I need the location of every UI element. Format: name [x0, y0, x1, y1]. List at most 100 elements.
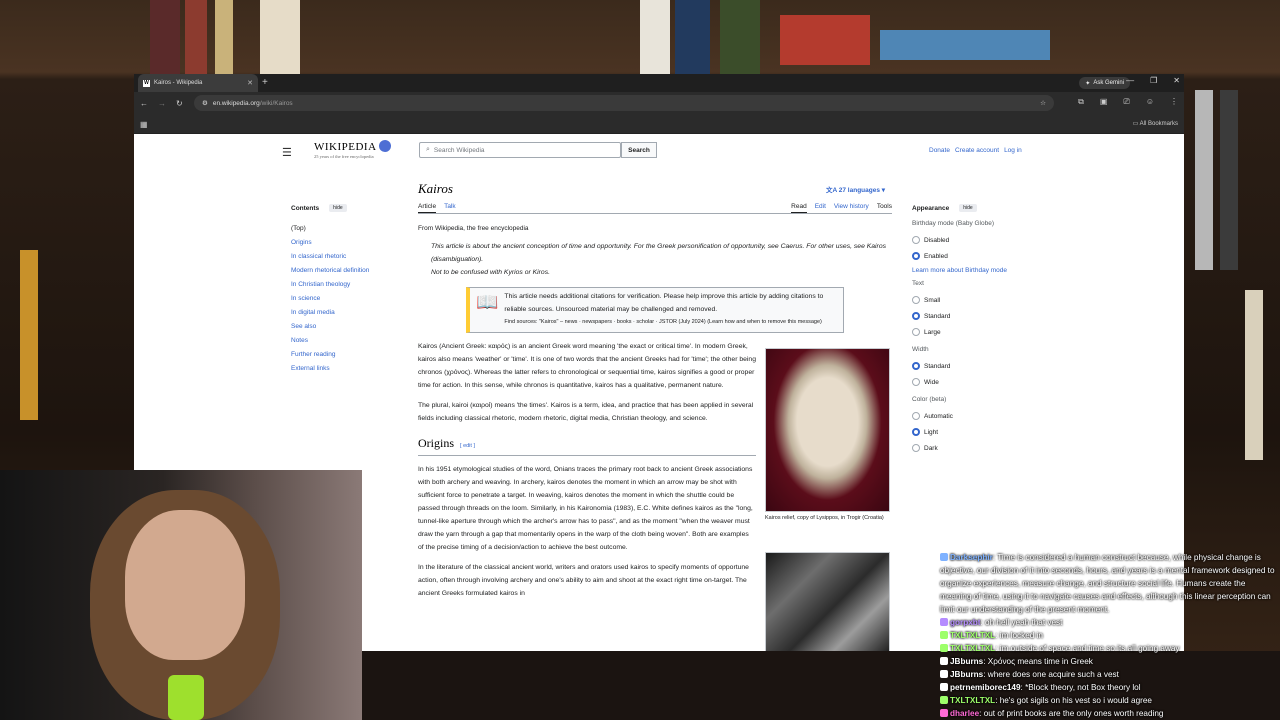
toc-item[interactable]: External links [291, 362, 406, 376]
cast-icon[interactable]: ⎚ [1123, 97, 1129, 107]
chat-username[interactable]: JBburns [950, 657, 983, 666]
hide-toc-button[interactable]: hide [329, 204, 347, 212]
book-icon: 📖 [476, 292, 499, 312]
find-sources: Find sources: "Kairos" – news · newspape… [504, 319, 822, 325]
close-window-icon[interactable]: ✕ [1173, 76, 1180, 85]
toc-item[interactable]: In classical rhetoric [291, 250, 406, 264]
maximize-icon[interactable]: ❐ [1150, 76, 1157, 85]
radio-automatic[interactable]: Automatic [912, 408, 1032, 424]
chat-text: where does one acquire such a vest [987, 670, 1119, 679]
sidepanel-icon[interactable]: ▣ [1100, 97, 1108, 107]
text-size-label: Text [912, 280, 924, 287]
chat-badge-icon [940, 670, 948, 678]
radio-label: Automatic [924, 412, 953, 420]
radio-enabled[interactable]: Enabled [912, 248, 1032, 264]
birthday-mode-link[interactable]: Learn more about Birthday mode [912, 267, 1032, 274]
tab-article[interactable]: Article [418, 203, 437, 213]
ask-gemini-button[interactable]: ✦ Ask Gemini [1079, 77, 1130, 89]
back-icon[interactable]: ← [140, 99, 148, 108]
chat-message: TXLTXLTXL: im outside of space and time … [940, 642, 1278, 655]
chat-message: gorpxbt: oh hell yeah that vest [940, 616, 1278, 629]
background-book [675, 0, 710, 74]
minimize-icon[interactable]: — [1126, 76, 1134, 85]
toc-item[interactable]: In digital media [291, 306, 406, 320]
toc-item[interactable]: In science [291, 292, 406, 306]
radio-label: Large [924, 328, 941, 336]
menu-icon[interactable]: ⋮ [1170, 97, 1178, 107]
toc-item[interactable]: In Christian theology [291, 278, 406, 292]
tab-tools[interactable]: Tools [877, 203, 892, 213]
chat-username[interactable]: Darksephir [950, 553, 993, 562]
tab-talk[interactable]: Talk [444, 203, 456, 213]
search-input[interactable]: ⌕ Search Wikipedia [419, 142, 621, 158]
radio-label: Light [924, 428, 939, 436]
second-article-image[interactable] [765, 552, 890, 651]
forward-icon[interactable]: → [158, 99, 166, 108]
radio-standard-width[interactable]: Standard [912, 358, 1032, 374]
citation-notice-text: This article needs additional citations … [504, 293, 824, 313]
donate-link[interactable]: Donate [929, 147, 950, 154]
url-field[interactable]: ⚙ en.wikipedia.org/wiki/Kairos ☆ [194, 95, 1054, 111]
toc-item[interactable]: Modern rhetorical definition [291, 264, 406, 278]
radio-large[interactable]: Large [912, 324, 1032, 340]
edit-section-link[interactable]: [ edit ] [460, 443, 475, 449]
bookmark-star-icon[interactable]: ☆ [1040, 99, 1046, 107]
extensions-icon[interactable]: ⧉ [1078, 97, 1084, 107]
main-menu-icon[interactable]: ☰ [282, 146, 292, 159]
site-info-icon[interactable]: ⚙ [202, 99, 208, 107]
toc-item[interactable]: Further reading [291, 348, 406, 362]
chat-username[interactable]: petrnemiborec149 [950, 683, 1021, 692]
profile-icon[interactable]: ☺ [1146, 97, 1154, 107]
tab-close-icon[interactable]: ✕ [247, 79, 253, 87]
origins-title: Origins [418, 435, 454, 450]
chat-badge-icon [940, 553, 948, 561]
chat-username[interactable]: JBburns [950, 670, 983, 679]
wikipedia-favicon-icon: W [143, 79, 150, 87]
new-tab-button[interactable]: + [262, 77, 268, 88]
wikipedia-logo[interactable]: WIKIPEDIA 25 years of the free encyclope… [314, 140, 391, 159]
webcam-overlay [0, 470, 362, 720]
radio-dark[interactable]: Dark [912, 440, 1032, 456]
radio-label: Standard [924, 312, 951, 320]
radio-standard-text[interactable]: Standard [912, 308, 1032, 324]
toc-item[interactable]: Origins [291, 236, 406, 250]
log-in-link[interactable]: Log in [1004, 147, 1022, 154]
chat-username[interactable]: TXLTXLTXL [950, 696, 995, 705]
from-wikipedia: From Wikipedia, the free encyclopedia [418, 225, 529, 232]
chat-username[interactable]: gorpxbt [950, 618, 980, 627]
background-book [1220, 90, 1238, 270]
toc-item[interactable]: (Top) [291, 222, 406, 236]
search-button[interactable]: Search [621, 142, 657, 158]
chat-username[interactable]: TXLTXLTXL [950, 644, 995, 653]
create-account-link[interactable]: Create account [955, 147, 999, 154]
chat-username[interactable]: dharlee [950, 709, 979, 718]
tab-read[interactable]: Read [791, 203, 807, 213]
literature-paragraph: In the literature of the classical ancie… [418, 563, 749, 597]
toc-item[interactable]: See also [291, 320, 406, 334]
gemini-icon: ✦ [1085, 80, 1091, 87]
tab-edit[interactable]: Edit [815, 203, 826, 213]
radio-circle [912, 296, 920, 304]
radio-label: Enabled [924, 252, 948, 260]
chat-text: Time is considered a human construct bec… [940, 553, 1275, 614]
apps-grid-icon[interactable]: ▦ [140, 120, 148, 129]
tab-bar: W Kairos - Wikipedia ✕ + ✦ Ask Gemini — ❐… [134, 74, 1184, 92]
all-bookmarks-button[interactable]: ▭ All Bookmarks [1133, 120, 1178, 127]
tab-kairos[interactable]: W Kairos - Wikipedia ✕ [138, 74, 258, 92]
url-path: /wiki/Kairos [259, 99, 293, 107]
reload-icon[interactable]: ↻ [176, 99, 183, 108]
radio-light[interactable]: Light [912, 424, 1032, 440]
search-placeholder: Search Wikipedia [433, 146, 485, 154]
hide-appearance-button[interactable]: hide [959, 204, 977, 212]
chat-message: TXLTXLTXL: im locked in [940, 629, 1278, 642]
kairos-relief-image[interactable] [765, 348, 890, 512]
radio-disabled[interactable]: Disabled [912, 232, 1032, 248]
toc-item[interactable]: Notes [291, 334, 406, 348]
chat-badge-icon [940, 696, 948, 704]
tab-view-history[interactable]: View history [834, 203, 869, 213]
radio-wide[interactable]: Wide [912, 374, 1032, 390]
chat-badge-icon [940, 683, 948, 691]
radio-small[interactable]: Small [912, 292, 1032, 308]
chat-username[interactable]: TXLTXLTXL [950, 631, 995, 640]
languages-button[interactable]: 文A 27 languages ▾ [826, 184, 885, 194]
